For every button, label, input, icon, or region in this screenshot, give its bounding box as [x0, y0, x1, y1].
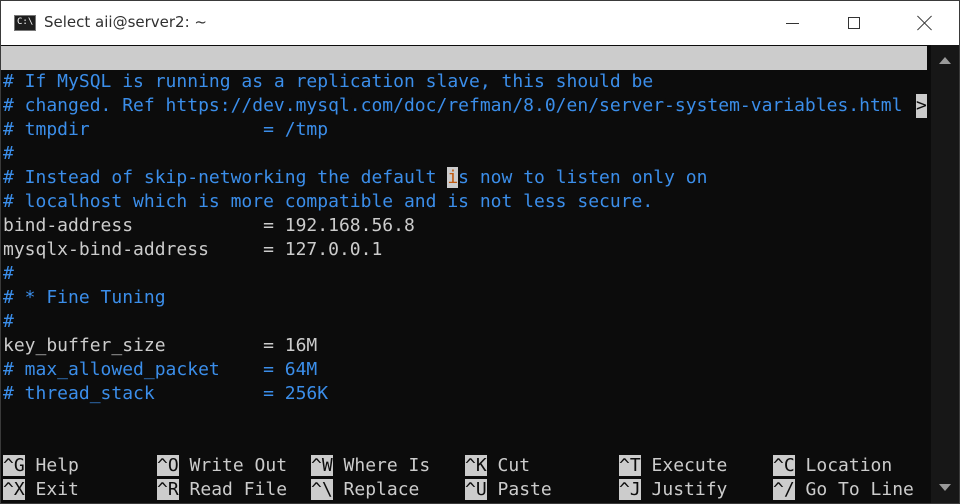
shortcut-label: Replace — [332, 479, 420, 500]
shortcut-key: ^J — [619, 479, 641, 500]
editor-line[interactable]: # max_allowed_packet = 64M — [3, 358, 317, 382]
editor-line[interactable]: # localhost which is more compatible and… — [3, 190, 653, 214]
editor-line[interactable]: # thread_stack = 256K — [3, 382, 328, 406]
shortcut-exit[interactable]: ^X Exit — [3, 478, 79, 502]
editor-line[interactable]: # If MySQL is running as a replication s… — [3, 70, 653, 94]
editor-line-with-cursor[interactable]: # Instead of skip-networking the default… — [3, 166, 707, 190]
line-text: s now to listen only on — [458, 167, 708, 188]
shortcut-read-file[interactable]: ^R Read File — [157, 478, 287, 502]
shortcut-label: Execute — [640, 455, 728, 476]
shortcut-label: Paste — [486, 479, 552, 500]
shortcut-key: ^G — [3, 455, 25, 476]
vertical-scrollbar[interactable] — [931, 45, 959, 503]
shortcut-label: Justify — [640, 479, 728, 500]
shortcut-key: ^W — [311, 455, 333, 476]
shortcut-label: Go To Line — [794, 479, 914, 500]
line-overflow-marker: > — [916, 94, 927, 118]
close-button[interactable] — [894, 1, 956, 45]
shortcut-label: Exit — [24, 479, 79, 500]
editor-line[interactable]: # — [3, 142, 14, 166]
shortcut-label: Help — [24, 455, 79, 476]
shortcut-key: ^T — [619, 455, 641, 476]
shortcut-key: ^O — [157, 455, 179, 476]
title-bar[interactable]: C:\ Select aii@server2: ~ — [1, 1, 959, 45]
terminal-window: C:\ Select aii@server2: ~ GNU nano 6.2 /… — [0, 0, 960, 504]
editor-line[interactable]: # tmpdir = /tmp — [3, 118, 328, 142]
shortcut-key: ^X — [3, 479, 25, 500]
scrollbar-thumb[interactable] — [939, 73, 951, 473]
minimize-icon — [785, 22, 799, 24]
shortcut-cut[interactable]: ^K Cut — [465, 454, 530, 478]
shortcut-replace[interactable]: ^\ Replace — [311, 478, 419, 502]
minimize-button[interactable] — [761, 1, 823, 45]
editor-line[interactable]: # — [3, 262, 14, 286]
shortcut-where-is[interactable]: ^W Where Is — [311, 454, 430, 478]
editor-line[interactable]: mysqlx-bind-address = 127.0.0.1 — [3, 238, 382, 262]
shortcut-justify[interactable]: ^J Justify — [619, 478, 727, 502]
maximize-button[interactable] — [823, 1, 885, 45]
line-text: # Instead of skip-networking the default — [3, 167, 448, 188]
shortcut-label: Read File — [178, 479, 288, 500]
shortcut-label: Write Out — [178, 455, 288, 476]
editor-line[interactable]: key_buffer_size = 16M — [3, 334, 317, 358]
editor-line[interactable]: # changed. Ref https://dev.mysql.com/doc… — [3, 94, 916, 118]
terminal-content[interactable]: GNU nano 6.2 /etc/mysql/mysql.conf.d/mys… — [1, 45, 931, 503]
nano-header-bar: GNU nano 6.2 /etc/mysql/mysql.conf.d/mys… — [1, 46, 927, 116]
shortcut-label: Where Is — [332, 455, 431, 476]
window-title: Select aii@server2: ~ — [44, 13, 207, 31]
text-cursor: i — [447, 167, 459, 188]
shortcut-execute[interactable]: ^T Execute — [619, 454, 727, 478]
close-icon — [917, 15, 933, 31]
shortcut-label: Cut — [486, 455, 531, 476]
editor-line[interactable]: # — [3, 310, 14, 334]
console-app-icon: C:\ — [14, 15, 36, 31]
shortcut-location[interactable]: ^C Location — [773, 454, 892, 478]
shortcut-help[interactable]: ^G Help — [3, 454, 79, 478]
scroll-up-arrow-icon[interactable] — [939, 57, 951, 64]
shortcut-key: ^C — [773, 455, 795, 476]
shortcut-key: ^U — [465, 479, 487, 500]
shortcut-key: ^/ — [773, 479, 795, 500]
maximize-icon — [848, 17, 860, 29]
shortcut-key: ^R — [157, 479, 179, 500]
shortcut-label: Location — [794, 455, 893, 476]
shortcut-key: ^K — [465, 455, 487, 476]
shortcut-paste[interactable]: ^U Paste — [465, 478, 552, 502]
editor-line[interactable]: bind-address = 192.168.56.8 — [3, 214, 415, 238]
shortcut-write-out[interactable]: ^O Write Out — [157, 454, 287, 478]
shortcut-go-to-line[interactable]: ^/ Go To Line — [773, 478, 914, 502]
scroll-down-arrow-icon[interactable] — [939, 484, 951, 491]
editor-line[interactable]: # * Fine Tuning — [3, 286, 166, 310]
shortcut-key: ^\ — [311, 479, 333, 500]
